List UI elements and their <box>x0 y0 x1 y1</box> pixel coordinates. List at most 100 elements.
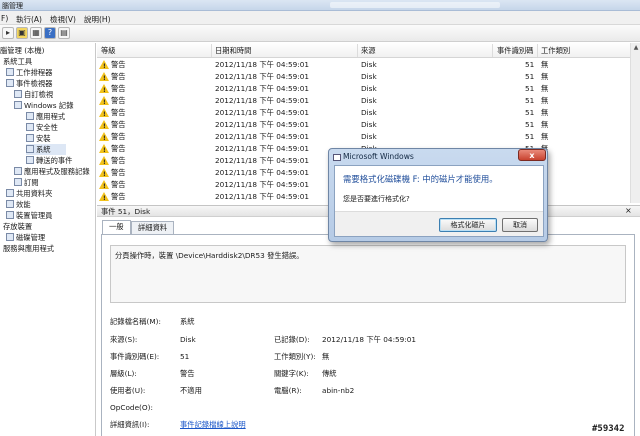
folder-icon[interactable]: ▣ <box>16 27 28 39</box>
window-title: 腦管理 <box>2 2 23 10</box>
cell-datetime: 2012/11/18 下午 04:59:01 <box>215 96 310 105</box>
dialog-title: Microsoft Windows <box>343 152 414 161</box>
table-row[interactable]: 警告 2012/11/18 下午 04:59:01 Disk 51 無 <box>97 59 630 73</box>
menu-file[interactable]: F) <box>1 14 8 23</box>
event-description: 分頁操作時，裝置 \Device\Harddisk2\DR53 發生錯誤。 <box>110 245 626 303</box>
cell-category: 無 <box>541 108 549 117</box>
level-label: 層級(L): <box>110 369 137 378</box>
warning-icon <box>99 168 109 181</box>
cell-level: 警告 <box>111 120 126 129</box>
task-label: 工作類別(Y): <box>274 352 316 361</box>
keywords-value: 傳統 <box>322 369 337 378</box>
cell-event-id: 51 <box>525 72 535 81</box>
tree-item-system[interactable]: 系統 <box>26 144 66 155</box>
tree-item-custom-views[interactable]: 自訂檢視 <box>14 89 53 100</box>
warning-icon <box>99 192 109 203</box>
source-value: Disk <box>180 335 196 344</box>
window-title-bar: 腦管理 <box>0 0 640 11</box>
table-row[interactable]: 警告 2012/11/18 下午 04:59:01 Disk 51 無 <box>97 83 630 97</box>
tree-item-shared-folders[interactable]: 共用資料夾 <box>6 188 52 199</box>
cell-event-id: 51 <box>525 96 535 105</box>
cell-source: Disk <box>361 60 377 69</box>
cell-level: 警告 <box>111 96 126 105</box>
toolbar: ▸ ▣ ▦ ? ▤ <box>0 25 640 42</box>
tree-item-device-manager[interactable]: 裝置管理員 <box>6 210 52 221</box>
cell-event-id: 51 <box>525 120 535 129</box>
dialog-question: 您是否要進行格式化? <box>343 195 410 203</box>
tree-item-system-tools[interactable]: 系統工具 <box>3 56 32 67</box>
shared-folder-icon <box>6 189 14 197</box>
format-disk-button[interactable]: 格式化磁片 <box>439 218 497 232</box>
col-datetime[interactable]: 日期和時間 <box>215 46 251 56</box>
tree-item-setup[interactable]: 安裝 <box>26 133 51 144</box>
menu-view[interactable]: 檢視(V) <box>50 14 76 25</box>
disk-icon <box>6 233 14 241</box>
event-viewer-icon <box>6 79 14 87</box>
tree-item-application[interactable]: 應用程式 <box>26 111 65 122</box>
col-source[interactable]: 來源 <box>361 46 376 56</box>
scroll-up-icon[interactable]: ▲ <box>632 44 640 53</box>
menu-action[interactable]: 執行(A) <box>16 14 42 25</box>
log-icon <box>26 134 34 142</box>
col-level[interactable]: 等級 <box>101 46 116 56</box>
table-row[interactable]: 警告 2012/11/18 下午 04:59:01 Disk 51 無 <box>97 95 630 109</box>
tree-item-security[interactable]: 安全性 <box>26 122 58 133</box>
cell-event-id: 51 <box>525 132 535 141</box>
details-panel: 分頁操作時，裝置 \Device\Harddisk2\DR53 發生錯誤。 記錄… <box>101 234 635 436</box>
tree-item-subscriptions[interactable]: 訂閱 <box>14 177 39 188</box>
format-dialog: Microsoft Windows x 需要格式化磁碟機 F: 中的磁片才能使用… <box>328 148 548 242</box>
source-label: 來源(S): <box>110 335 138 344</box>
cell-event-id: 51 <box>525 60 535 69</box>
details-close-icon[interactable]: × <box>625 206 632 215</box>
cell-level: 警告 <box>111 108 126 117</box>
list-scrollbar[interactable]: ▲ <box>630 43 640 203</box>
tree-item-forwarded-events[interactable]: 轉送的事件 <box>26 155 72 166</box>
cell-datetime: 2012/11/18 下午 04:59:01 <box>215 72 310 81</box>
tree-item-storage[interactable]: 存放裝置 <box>3 221 32 232</box>
tree-item-event-viewer[interactable]: 事件檢視器 <box>6 78 52 89</box>
cell-level: 警告 <box>111 72 126 81</box>
cell-event-id: 51 <box>525 84 535 93</box>
dialog-message: 需要格式化磁碟機 F: 中的磁片才能使用。 <box>343 174 498 184</box>
table-row[interactable]: 警告 2012/11/18 下午 04:59:01 Disk 51 無 <box>97 119 630 133</box>
cancel-button[interactable]: 取消 <box>502 218 538 232</box>
log-icon <box>26 145 34 153</box>
tree-item-app-service-logs[interactable]: 應用程式及服務記錄 <box>14 166 90 177</box>
computer-label: 電腦(R): <box>274 386 302 395</box>
cell-datetime: 2012/11/18 下午 04:59:01 <box>215 132 310 141</box>
warning-icon <box>99 144 109 157</box>
dialog-footer: 格式化磁片 取消 <box>335 211 543 236</box>
table-row[interactable]: 警告 2012/11/18 下午 04:59:01 Disk 51 無 <box>97 131 630 145</box>
tab-details[interactable]: 詳細資料 <box>131 221 175 234</box>
tree-item-services-apps[interactable]: 服務與應用程式 <box>3 243 54 254</box>
grid-icon[interactable]: ▦ <box>30 27 42 39</box>
cell-level: 警告 <box>111 192 126 201</box>
online-help-link[interactable]: 事件記錄檔線上說明 <box>180 420 246 430</box>
tree-item-windows-logs[interactable]: Windows 記錄 <box>14 100 74 111</box>
tree-item-performance[interactable]: 效能 <box>6 199 31 210</box>
table-row[interactable]: 警告 2012/11/18 下午 04:59:01 Disk 51 無 <box>97 71 630 85</box>
col-event-id[interactable]: 事件識別碼 <box>497 46 533 56</box>
tree-item-computer-management[interactable]: 腦管理 (本機) <box>0 45 45 56</box>
help-icon[interactable]: ? <box>44 27 56 39</box>
opcode-label: OpCode(O): <box>110 403 153 412</box>
tree-item-task-scheduler[interactable]: 工作排程器 <box>6 67 52 78</box>
computer-value: abin-nb2 <box>322 386 355 395</box>
window-icon <box>333 154 341 161</box>
cell-datetime: 2012/11/18 下午 04:59:01 <box>215 84 310 93</box>
tree-item-disk-management[interactable]: 磁碟管理 <box>6 232 45 243</box>
cell-source: Disk <box>361 96 377 105</box>
tab-general[interactable]: 一般 <box>102 220 131 234</box>
menu-help[interactable]: 說明(H) <box>84 14 111 25</box>
col-category[interactable]: 工作類別 <box>541 46 570 56</box>
cell-source: Disk <box>361 120 377 129</box>
back-icon[interactable]: ▸ <box>2 27 14 39</box>
cell-source: Disk <box>361 72 377 81</box>
dialog-body: 需要格式化磁碟機 F: 中的磁片才能使用。 您是否要進行格式化? 格式化磁片 取… <box>334 165 544 237</box>
cell-category: 無 <box>541 132 549 141</box>
cell-datetime: 2012/11/18 下午 04:59:01 <box>215 180 310 189</box>
dialog-close-button[interactable]: x <box>518 149 546 161</box>
table-row[interactable]: 警告 2012/11/18 下午 04:59:01 Disk 51 無 <box>97 107 630 121</box>
cell-datetime: 2012/11/18 下午 04:59:01 <box>215 156 310 165</box>
properties-icon[interactable]: ▤ <box>58 27 70 39</box>
